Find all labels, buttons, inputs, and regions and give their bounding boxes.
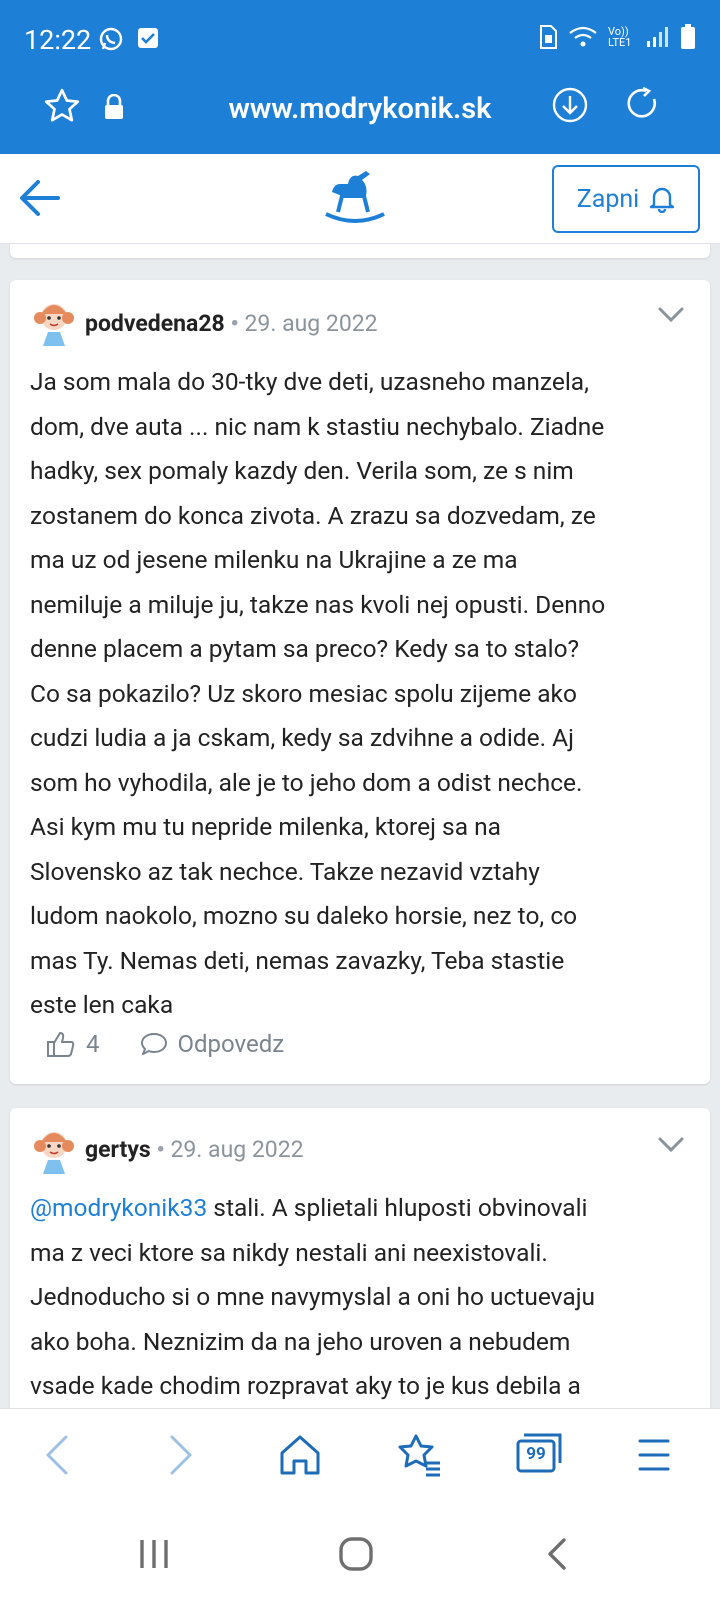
comment-line: ludom naokolo, mozno su daleko horsie, n… xyxy=(30,901,578,930)
comment-line: Asi kym mu tu nepride milenka, ktorej sa… xyxy=(30,812,501,841)
thumbs-up-icon xyxy=(47,1032,75,1057)
reply-button[interactable]: Odpovedz xyxy=(140,1030,285,1058)
tabs-count: 99 xyxy=(526,1444,546,1464)
comment-line: zostanem do konca zivota. A zrazu sa doz… xyxy=(30,500,596,530)
tabs-button[interactable]: 99 xyxy=(516,1433,562,1473)
comment-text: @modrykonik33 stali. A splietali hlupost… xyxy=(30,1186,690,1408)
comment-line: este len caka xyxy=(30,990,174,1019)
comment-card: podvedena28 • 29. aug 2022 Ja som mala d… xyxy=(10,280,710,1084)
rocking-horse-logo-icon[interactable] xyxy=(324,168,386,230)
home-circle-icon[interactable] xyxy=(338,1536,374,1572)
comment-line: ma uz od jesene milenku na Ukrajine a ze… xyxy=(30,545,518,574)
subscribe-button[interactable]: Zapni xyxy=(552,165,700,233)
separator-dot: • xyxy=(230,310,245,337)
comment-line: Jednoducho si o mne navymyslal a oni ho … xyxy=(30,1282,596,1311)
comment-line: Co sa pokazilo? Uz skoro mesiac spolu zi… xyxy=(30,678,577,708)
comment-line: denne placem a pytam sa preco? Kedy sa t… xyxy=(30,634,580,663)
bookmarks-icon[interactable] xyxy=(396,1433,442,1477)
system-nav-bar xyxy=(0,1508,720,1600)
chevron-down-icon[interactable] xyxy=(658,1136,684,1154)
like-button[interactable]: 4 xyxy=(46,1030,100,1058)
back-arrow-icon[interactable] xyxy=(18,176,62,220)
reply-label: Odpovedz xyxy=(177,1030,285,1058)
comment-line: Slovensko az tak nechce. Takze nezavid v… xyxy=(30,856,540,886)
comment-date: 29. aug 2022 xyxy=(170,1136,304,1163)
comment-line-rest: stali. A splietali hluposti obvinovali xyxy=(207,1193,588,1222)
speech-bubble-icon xyxy=(140,1033,167,1055)
sim-icon xyxy=(540,25,557,49)
bell-icon xyxy=(650,187,675,213)
reload-icon[interactable] xyxy=(624,86,662,124)
user-mention-link[interactable]: @modrykonik33 xyxy=(30,1193,207,1222)
comment-line: nemiluje a miluje ju, takze nas kvoli ne… xyxy=(30,589,606,619)
network-label: Vo)) LTE1 xyxy=(608,25,632,49)
status-time: 12:22 xyxy=(24,24,92,56)
comment-line: Ja som mala do 30-tky dve deti, uzasneho… xyxy=(30,367,589,396)
author-name[interactable]: gertys xyxy=(85,1136,151,1163)
browser-bottom-nav: 99 xyxy=(0,1408,720,1508)
comment-actions: 4 Odpovedz xyxy=(46,1030,284,1058)
previous-comment-card xyxy=(10,244,710,258)
separator-dot: • xyxy=(156,1136,171,1163)
site-header: Zapni xyxy=(0,154,720,244)
download-icon[interactable] xyxy=(551,86,589,124)
comment-card: gertys • 29. aug 2022 @modrykonik33 stal… xyxy=(10,1108,710,1408)
avatar[interactable] xyxy=(30,1126,78,1174)
comment-line: som ho vyhodila, ale je to jeho dom a od… xyxy=(30,767,583,797)
subscribe-label: Zapni xyxy=(576,184,640,214)
check-box-icon xyxy=(138,28,158,48)
recent-apps-icon[interactable] xyxy=(136,1536,172,1572)
wifi-icon xyxy=(569,26,597,47)
author-name[interactable]: podvedena28 xyxy=(85,310,225,337)
comment-date: 29. aug 2022 xyxy=(244,310,378,337)
comment-line: cudzi ludia a ja cskam, kedy sa zdvihne … xyxy=(30,723,574,752)
like-count: 4 xyxy=(86,1030,100,1058)
battery-icon xyxy=(681,24,695,49)
chevron-down-icon[interactable] xyxy=(658,306,684,324)
avatar[interactable] xyxy=(30,298,78,346)
status-bar: 12:22 Vo)) LTE1 xyxy=(0,0,720,84)
comment-line: ma z veci ktore sa nikdy nestali ani nee… xyxy=(30,1237,548,1267)
whatsapp-icon xyxy=(99,27,123,51)
menu-icon[interactable] xyxy=(636,1433,672,1477)
comments-feed[interactable]: podvedena28 • 29. aug 2022 Ja som mala d… xyxy=(0,244,720,1408)
comment-line: @modrykonik33 stali. A splietali hlupost… xyxy=(30,1186,690,1231)
comment-line: ako boha. Neznizim da na jeho uroven a n… xyxy=(30,1326,571,1356)
comment-line: vsade kade chodim rozpravat aky to je ku… xyxy=(30,1371,581,1400)
url-bar: www.modrykonik.sk xyxy=(0,84,720,154)
comment-text: Ja som mala do 30-tky dve deti, uzasneho… xyxy=(30,360,690,1028)
comment-line: dom, dve auta ... nic nam k stastiu nech… xyxy=(30,411,605,441)
back-icon[interactable] xyxy=(40,1433,76,1477)
url-text[interactable]: www.modrykonik.sk xyxy=(0,92,720,126)
home-icon[interactable] xyxy=(278,1433,322,1477)
comment-line: mas Ty. Nemas deti, nemas zavazky, Teba … xyxy=(30,945,565,975)
comment-line: hadky, sex pomaly kazdy den. Verila som,… xyxy=(30,456,574,485)
forward-icon[interactable] xyxy=(162,1433,198,1477)
signal-icon xyxy=(647,27,668,47)
system-back-icon[interactable] xyxy=(544,1536,574,1572)
